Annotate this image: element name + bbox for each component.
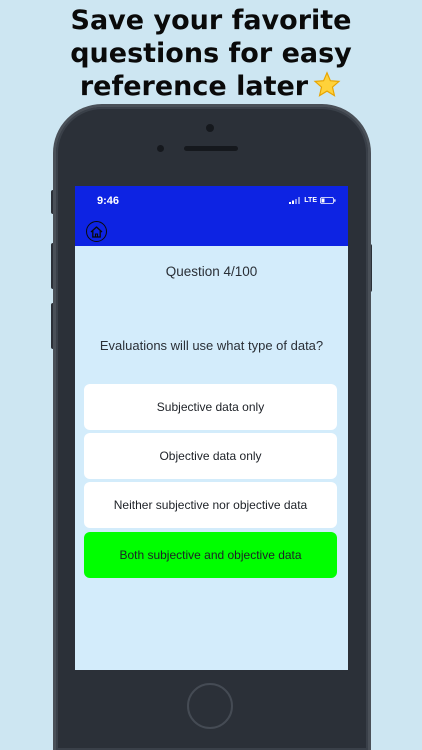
front-camera — [206, 124, 214, 132]
status-time: 9:46 — [97, 195, 120, 207]
earpiece-speaker — [184, 146, 238, 151]
question-counter: Question 4/100 — [165, 264, 258, 279]
star-icon — [313, 71, 341, 97]
answer-option-1-label: Subjective data only — [156, 400, 265, 414]
promo-headline: Save your favorite questions for easy re… — [0, 4, 422, 103]
network-type: LTE — [304, 197, 317, 204]
answer-option-2-label: Objective data only — [159, 449, 262, 463]
headline-line-3-text: reference later — [79, 71, 309, 102]
answer-option-3[interactable]: Neither subjective nor objective data — [84, 482, 337, 528]
status-icons: LTE — [289, 197, 336, 204]
answer-option-4-label: Both subjective and objective data — [119, 548, 302, 562]
app-screen: 9:46 LTE Question 4/100 Evaluations will… — [75, 186, 348, 670]
answer-option-4-correct[interactable]: Both subjective and objective data — [84, 532, 337, 578]
headline-line-2: questions for easy — [70, 38, 352, 69]
headline-line-3: reference later — [0, 70, 422, 103]
answer-option-2[interactable]: Objective data only — [84, 433, 337, 479]
question-text: Evaluations will use what type of data? — [99, 338, 324, 353]
home-icon — [90, 225, 103, 238]
phone-home-button[interactable] — [187, 683, 233, 729]
headline-line-1: Save your favorite — [70, 5, 352, 36]
app-header: 9:46 LTE — [75, 186, 348, 246]
signal-icon — [289, 197, 301, 204]
answer-option-1[interactable]: Subjective data only — [84, 384, 337, 430]
proximity-sensor — [157, 145, 164, 152]
home-nav-button[interactable] — [86, 221, 107, 242]
battery-icon — [320, 197, 336, 204]
answer-option-3-label: Neither subjective nor objective data — [113, 498, 308, 512]
